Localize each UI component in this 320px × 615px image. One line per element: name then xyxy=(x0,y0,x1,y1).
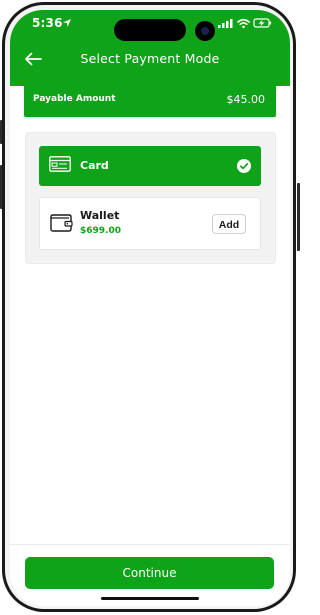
wallet-option-label: Wallet xyxy=(80,209,120,222)
signal-icon xyxy=(218,19,233,28)
location-arrow-icon xyxy=(63,19,71,27)
home-indicator xyxy=(101,597,199,600)
payable-amount-label: Payable Amount xyxy=(33,94,116,104)
wallet-option[interactable]: Wallet $699.00 Add xyxy=(39,197,261,250)
check-circle-icon xyxy=(237,159,251,173)
wallet-balance: $699.00 xyxy=(80,226,121,236)
battery-charging-icon xyxy=(253,18,272,28)
credit-card-icon xyxy=(49,156,71,172)
payment-options-panel: Card Wallet $699.00 Add xyxy=(25,132,276,264)
screen: 5:36 Select Payment Mode Payable Amount … xyxy=(10,10,290,606)
payable-amount-value: $45.00 xyxy=(226,93,266,106)
card-option[interactable]: Card xyxy=(39,146,261,186)
wifi-icon xyxy=(237,18,250,26)
status-icons xyxy=(218,18,272,29)
add-money-button[interactable]: Add xyxy=(212,214,246,234)
continue-button[interactable]: Continue xyxy=(25,557,274,589)
phone-mockup: 5:36 Select Payment Mode Payable Amount … xyxy=(0,0,300,615)
card-option-label: Card xyxy=(80,159,109,172)
page-title: Select Payment Mode xyxy=(80,51,220,66)
dynamic-island xyxy=(114,19,186,41)
camera-icon xyxy=(195,21,215,41)
wallet-icon xyxy=(50,214,73,232)
footer-divider xyxy=(10,544,290,545)
power-button xyxy=(297,183,300,251)
status-time: 5:36 xyxy=(32,16,63,30)
payable-amount-bar: Payable Amount $45.00 xyxy=(24,83,276,117)
